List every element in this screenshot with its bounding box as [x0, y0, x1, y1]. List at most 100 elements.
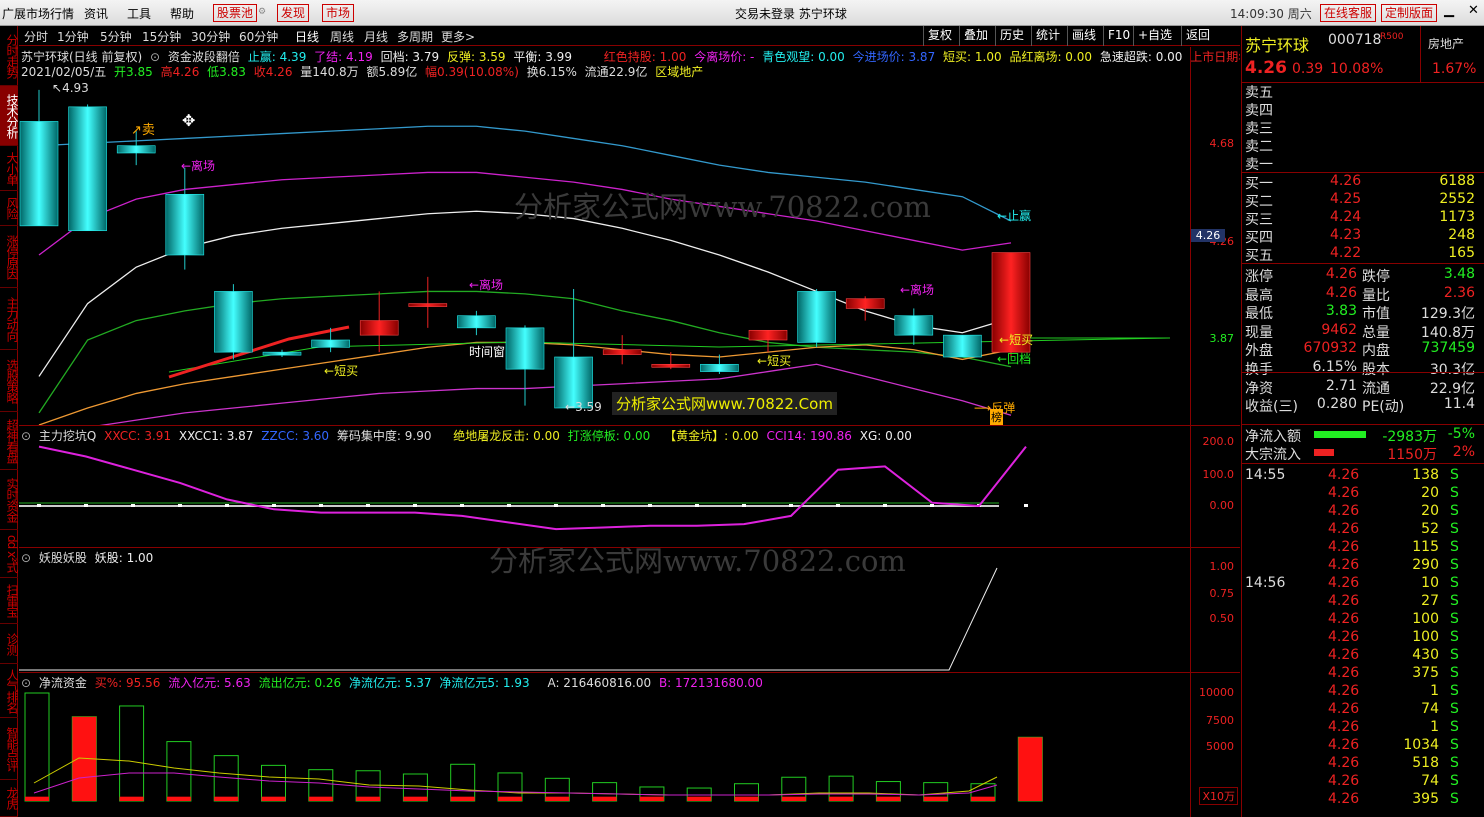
add-watchlist-button[interactable]: +自选 — [1133, 26, 1176, 46]
ask-row[interactable]: 卖三 — [1242, 118, 1484, 137]
adjust-button[interactable]: 复权 — [923, 26, 956, 46]
zero-dot — [836, 504, 840, 507]
tab-popularity[interactable]: 人气排名 — [0, 664, 19, 718]
stock-name: 苏宁环球 — [1245, 36, 1310, 55]
stat-label: 市值 — [1362, 306, 1390, 323]
net-flow-buy: 买%: 95.56 — [94, 676, 161, 690]
bid-row[interactable]: 买一 4.26 6188 — [1242, 173, 1484, 192]
indicator-icon[interactable]: ⊙ — [21, 551, 31, 565]
online-service-button[interactable]: 在线客服 — [1320, 4, 1377, 22]
menu-market[interactable]: 广展市场行情 — [2, 5, 74, 22]
draw-button[interactable]: 画线 — [1067, 26, 1100, 46]
bid-price: 4.23 — [1330, 227, 1362, 243]
last-price: 4.26 — [1245, 58, 1287, 78]
period-5min[interactable]: 5分钟 — [100, 28, 132, 45]
period-timeshare[interactable]: 分时 — [24, 28, 48, 45]
cci-pane[interactable]: ⊙ 主力挖坑Q XXCC: 3.91 XXCC1: 3.87 ZZCC: 3.6… — [19, 426, 1240, 548]
demon-stock-name[interactable]: 妖股妖股 — [39, 551, 87, 565]
tick-price: 4.26 — [1328, 485, 1360, 501]
overlay-button[interactable]: 叠加 — [959, 26, 992, 46]
tick-side: S — [1450, 701, 1459, 717]
ask-row[interactable]: 卖一 — [1242, 154, 1484, 173]
period-daily[interactable]: 日线 — [295, 28, 319, 45]
period-60min[interactable]: 60分钟 — [239, 28, 278, 45]
net-flow-in: 流入亿元: 5.63 — [168, 676, 251, 690]
net-flow-name[interactable]: 净流资金 — [39, 676, 87, 690]
history-button[interactable]: 历史 — [995, 26, 1028, 46]
bid-row[interactable]: 买二 4.25 2552 — [1242, 191, 1484, 210]
ask-row[interactable]: 卖四 — [1242, 100, 1484, 119]
f10-button[interactable]: F10 — [1103, 26, 1134, 46]
custom-layout-button[interactable]: 定制版面 — [1381, 4, 1438, 22]
bid-row[interactable]: 买三 4.24 1173 — [1242, 209, 1484, 228]
tick-price: 4.26 — [1328, 719, 1360, 735]
period-monthly[interactable]: 月线 — [364, 28, 388, 45]
price-chart — [19, 89, 1170, 425]
tab-strategy[interactable]: 选股策略 — [0, 350, 19, 412]
tab-limit-reason[interactable]: 涨停原因 — [0, 226, 19, 288]
menu-tools[interactable]: 工具 — [127, 5, 151, 22]
bid-volume: 6188 — [1439, 173, 1475, 189]
menu-help[interactable]: 帮助 — [170, 5, 194, 22]
bid-price: 4.26 — [1330, 173, 1362, 189]
tab-main-force[interactable]: 主力动向 — [0, 288, 19, 350]
period-more[interactable]: 更多> — [441, 28, 475, 45]
ask-row[interactable]: 卖五 — [1242, 82, 1484, 101]
tab-dd[interactable]: dd x²式 — [0, 530, 19, 578]
tab-technical[interactable]: 技术分析 — [0, 86, 19, 146]
net-flow-pane[interactable]: ⊙ 净流资金 买%: 95.56 流入亿元: 5.63 流出亿元: 0.26 净… — [19, 673, 1240, 817]
tick-row: 4.26 27 S — [1242, 593, 1484, 611]
net-flow-out: 流出亿元: 0.26 — [258, 676, 342, 690]
tick-row: 4.26 290 S — [1242, 557, 1484, 575]
bid-label: 买二 — [1245, 194, 1273, 210]
indicator-icon[interactable]: ⊙ — [21, 429, 31, 443]
tick-price: 4.26 — [1328, 629, 1360, 645]
tab-smart-review[interactable]: 智能点评 — [0, 718, 19, 780]
price-chart-pane[interactable]: 苏宁环球(日线 前复权) ⊙ 资金波段翻倍 止赢: 4.39 了结: 4.19 … — [19, 47, 1240, 426]
period-multi[interactable]: 多周期 — [397, 28, 433, 45]
bar-open: 开3.85 — [114, 65, 153, 79]
tab-risk[interactable]: 风险 — [0, 191, 19, 226]
period-weekly[interactable]: 周线 — [330, 28, 354, 45]
quote-rate: 1.67% — [1432, 61, 1477, 77]
stat-row: 最高 4.26 量比 2.36 — [1242, 285, 1484, 304]
stats-button[interactable]: 统计 — [1031, 26, 1064, 46]
menu-discover[interactable]: 发现 — [277, 4, 310, 22]
tab-timeshare[interactable]: 分时走势 — [0, 26, 19, 86]
vol-tick-10000: 10000 — [1199, 686, 1234, 699]
flow-value: -2983万 — [1382, 429, 1437, 445]
close-icon[interactable]: ✕ — [1468, 3, 1479, 18]
back-button[interactable]: 返回 — [1181, 26, 1214, 46]
menu-stock-pool[interactable]: 股票池 — [213, 4, 258, 22]
tick-volume: 1 — [1430, 683, 1439, 699]
candle-body — [214, 291, 253, 353]
tab-super[interactable]: 超神看盘 — [0, 412, 19, 470]
indicator-icon[interactable]: ⊙ — [150, 50, 160, 64]
tab-dragon-tiger[interactable]: 龙虎 — [0, 780, 19, 817]
demon-stock-pane[interactable]: 分析家公式网www.70822.com ⊙ 妖股妖股 妖股: 1.00 1.00… — [19, 548, 1240, 673]
ask-row[interactable]: 卖二 — [1242, 136, 1484, 155]
cci-indicator-name[interactable]: 主力挖坑Q — [39, 429, 96, 443]
menu-market-box[interactable]: 市场 — [322, 4, 355, 22]
candle-body — [311, 339, 350, 348]
period-1min[interactable]: 1分钟 — [57, 28, 89, 45]
left-tab-strip: 分时走势 技术分析 大小单 风险 涨停原因 主力动向 选股策略 超神看盘 实时资… — [0, 26, 19, 817]
divider — [1242, 424, 1484, 425]
tab-order-size[interactable]: 大小单 — [0, 146, 19, 191]
vol-tick-7500: 7500 — [1206, 714, 1234, 727]
left-arrow-icon: ← — [324, 364, 335, 378]
settings-icon[interactable]: ⚙ — [258, 7, 266, 17]
tab-diagnose[interactable]: 诊测 — [0, 624, 19, 664]
indicator-name[interactable]: 资金波段翻倍 — [168, 50, 240, 64]
stock-sector[interactable]: 房地产 — [1428, 35, 1464, 52]
stat-cyan-watch: 青色观望: 0.00 — [762, 50, 845, 64]
tab-realtime-fund[interactable]: 实时资金 — [0, 470, 19, 530]
menu-news[interactable]: 资讯 — [84, 5, 108, 22]
bid-row[interactable]: 买四 4.23 248 — [1242, 227, 1484, 246]
period-30min[interactable]: 30分钟 — [191, 28, 230, 45]
tab-minesweep[interactable]: 扫雷宝 — [0, 578, 19, 624]
period-15min[interactable]: 15分钟 — [142, 28, 181, 45]
bid-row[interactable]: 买五 4.22 165 — [1242, 245, 1484, 264]
minimize-icon[interactable]: ▁ — [1444, 3, 1454, 18]
indicator-icon[interactable]: ⊙ — [21, 676, 31, 690]
